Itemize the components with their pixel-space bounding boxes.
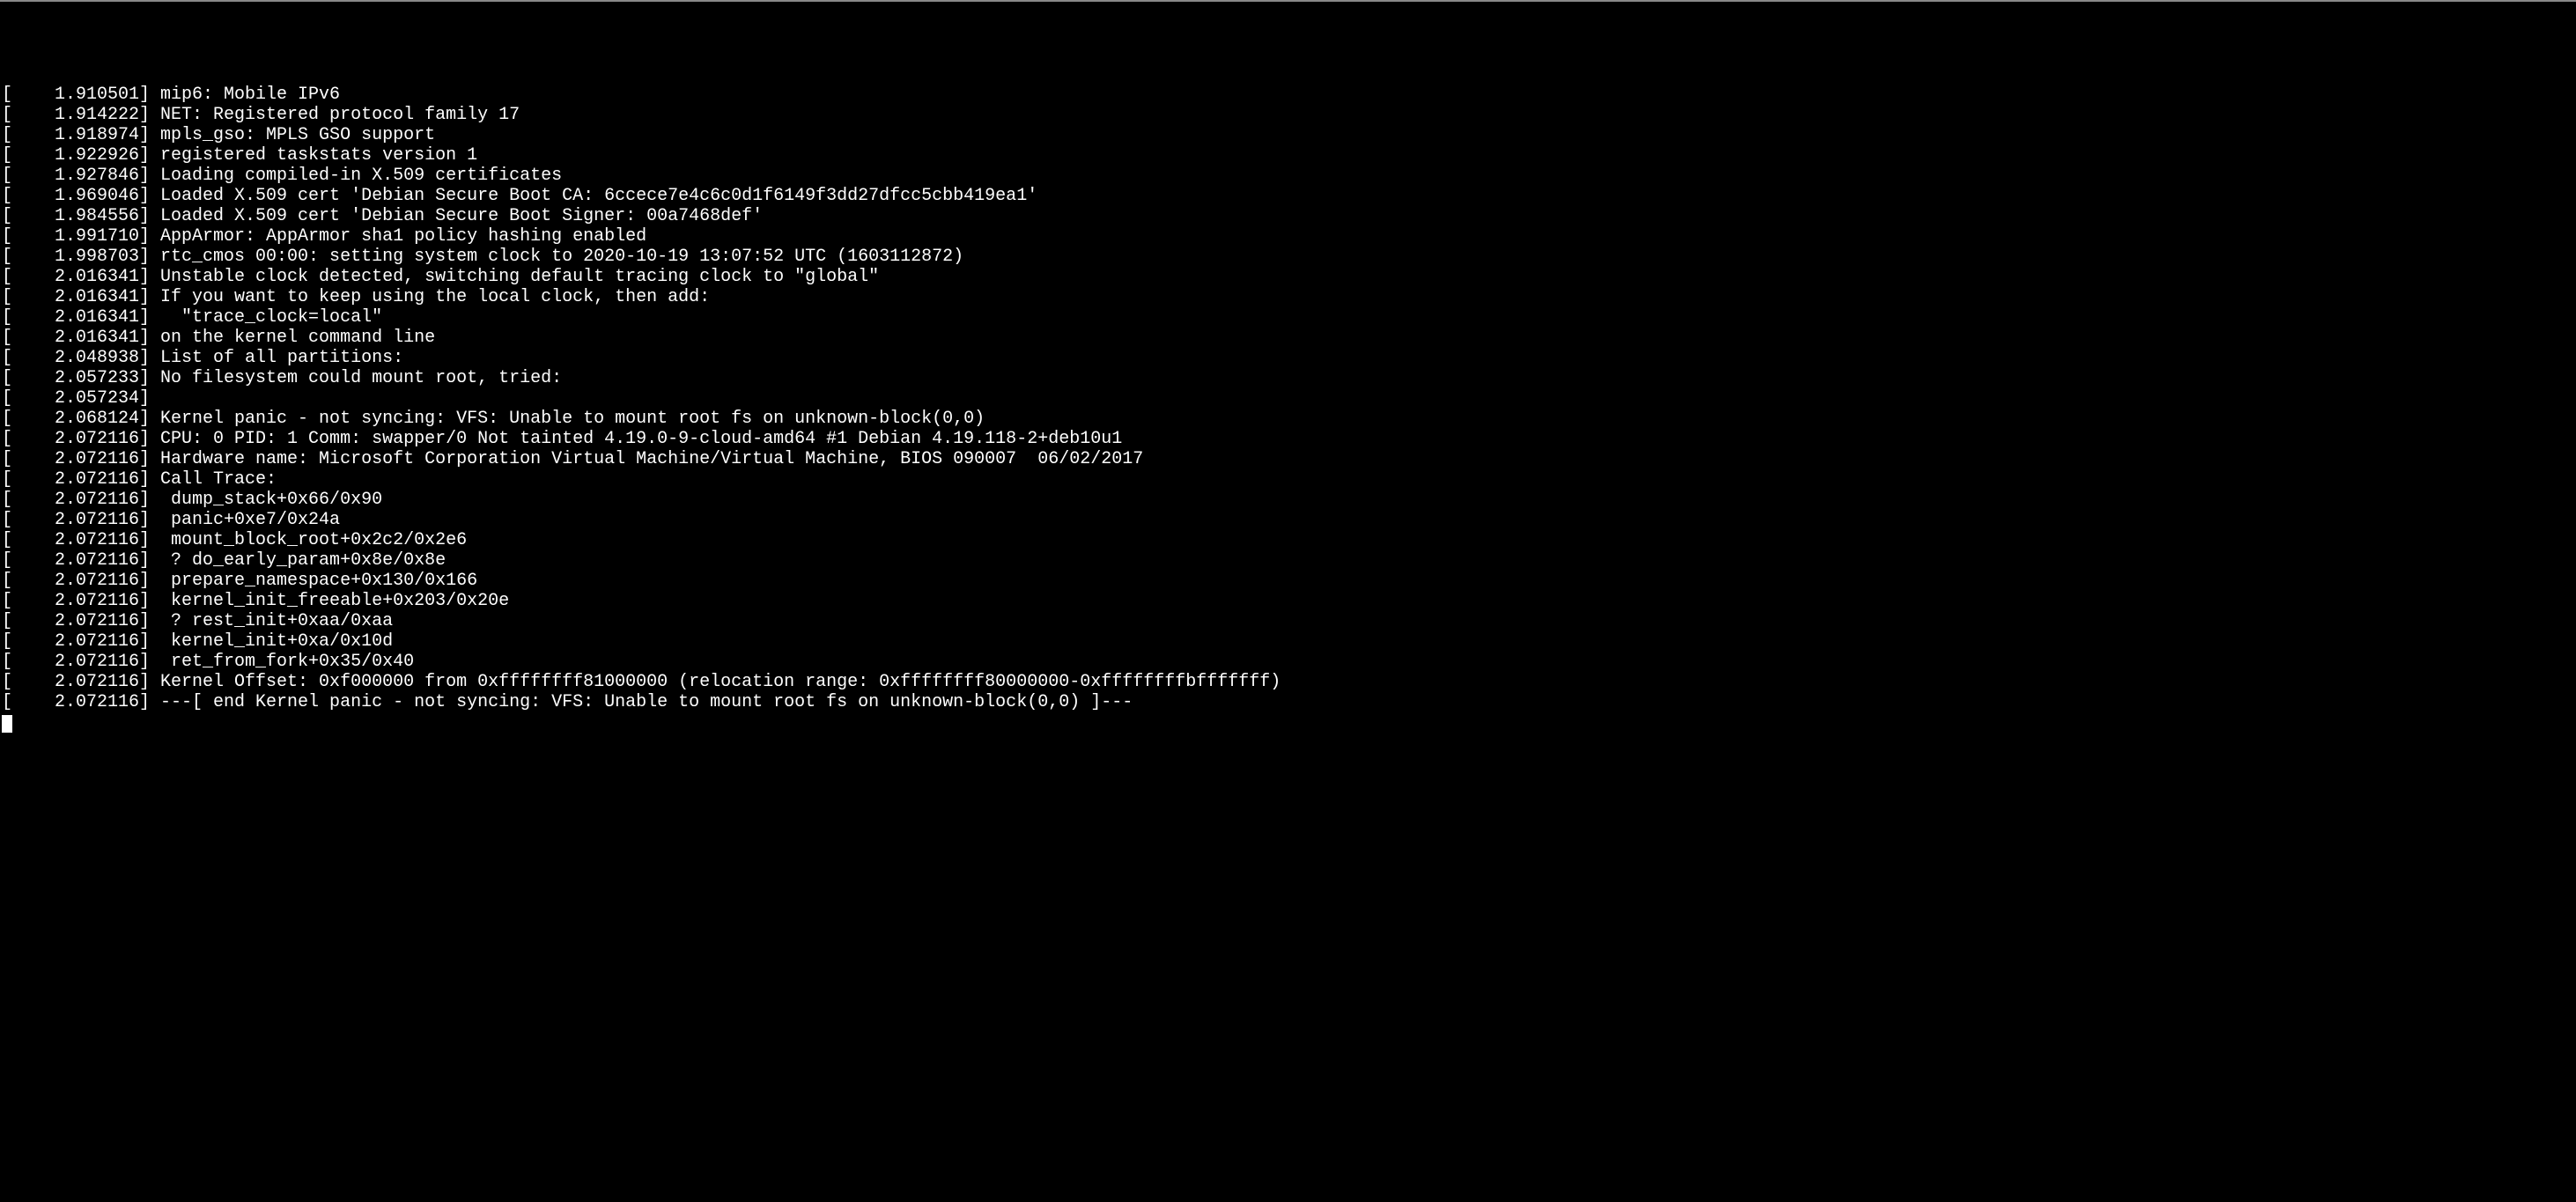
kernel-log-line: [ 2.072116] Hardware name: Microsoft Cor… (2, 449, 2574, 469)
kernel-log-line: [ 2.016341] If you want to keep using th… (2, 287, 2574, 307)
kernel-log-line: [ 2.072116] mount_block_root+0x2c2/0x2e6 (2, 530, 2574, 550)
kernel-log-line: [ 2.072116] ---[ end Kernel panic - not … (2, 692, 2574, 712)
kernel-log-line: [ 1.910501] mip6: Mobile IPv6 (2, 85, 2574, 105)
kernel-log-line: [ 2.016341] on the kernel command line (2, 328, 2574, 348)
kernel-log-line: [ 2.072116] Call Trace: (2, 469, 2574, 490)
kernel-log-line: [ 1.984556] Loaded X.509 cert 'Debian Se… (2, 206, 2574, 226)
kernel-log-line: [ 2.072116] kernel_init_freeable+0x203/0… (2, 591, 2574, 611)
kernel-log-line: [ 2.057233] No filesystem could mount ro… (2, 368, 2574, 388)
kernel-log-line: [ 2.016341] Unstable clock detected, swi… (2, 267, 2574, 287)
kernel-log-line: [ 2.057234] (2, 388, 2574, 409)
cursor (2, 715, 12, 733)
kernel-log-line: [ 2.072116] ret_from_fork+0x35/0x40 (2, 652, 2574, 672)
kernel-log-line: [ 1.927846] Loading compiled-in X.509 ce… (2, 166, 2574, 186)
kernel-log-line: [ 1.991710] AppArmor: AppArmor sha1 poli… (2, 226, 2574, 247)
kernel-log-line: [ 1.969046] Loaded X.509 cert 'Debian Se… (2, 186, 2574, 206)
kernel-log-line: [ 2.072116] Kernel Offset: 0xf000000 fro… (2, 672, 2574, 692)
kernel-log-line: [ 2.072116] kernel_init+0xa/0x10d (2, 631, 2574, 652)
kernel-log-line: [ 2.068124] Kernel panic - not syncing: … (2, 409, 2574, 429)
kernel-log-line: [ 1.922926] registered taskstats version… (2, 145, 2574, 166)
kernel-log-line: [ 1.918974] mpls_gso: MPLS GSO support (2, 125, 2574, 145)
kernel-log-line: [ 2.048938] List of all partitions: (2, 348, 2574, 368)
kernel-log-line: [ 2.072116] ? do_early_param+0x8e/0x8e (2, 550, 2574, 571)
kernel-log-line: [ 2.072116] dump_stack+0x66/0x90 (2, 490, 2574, 510)
kernel-log-line: [ 1.998703] rtc_cmos 00:00: setting syst… (2, 247, 2574, 267)
kernel-log-line: [ 2.072116] CPU: 0 PID: 1 Comm: swapper/… (2, 429, 2574, 449)
kernel-log-line: [ 1.914222] NET: Registered protocol fam… (2, 105, 2574, 125)
kernel-log-line: [ 2.072116] prepare_namespace+0x130/0x16… (2, 571, 2574, 591)
kernel-log-line: [ 2.072116] panic+0xe7/0x24a (2, 510, 2574, 530)
kernel-log-line: [ 2.016341] "trace_clock=local" (2, 307, 2574, 328)
terminal-output: [ 1.910501] mip6: Mobile IPv6[ 1.914222]… (0, 83, 2576, 734)
kernel-log-line: [ 2.072116] ? rest_init+0xaa/0xaa (2, 611, 2574, 631)
